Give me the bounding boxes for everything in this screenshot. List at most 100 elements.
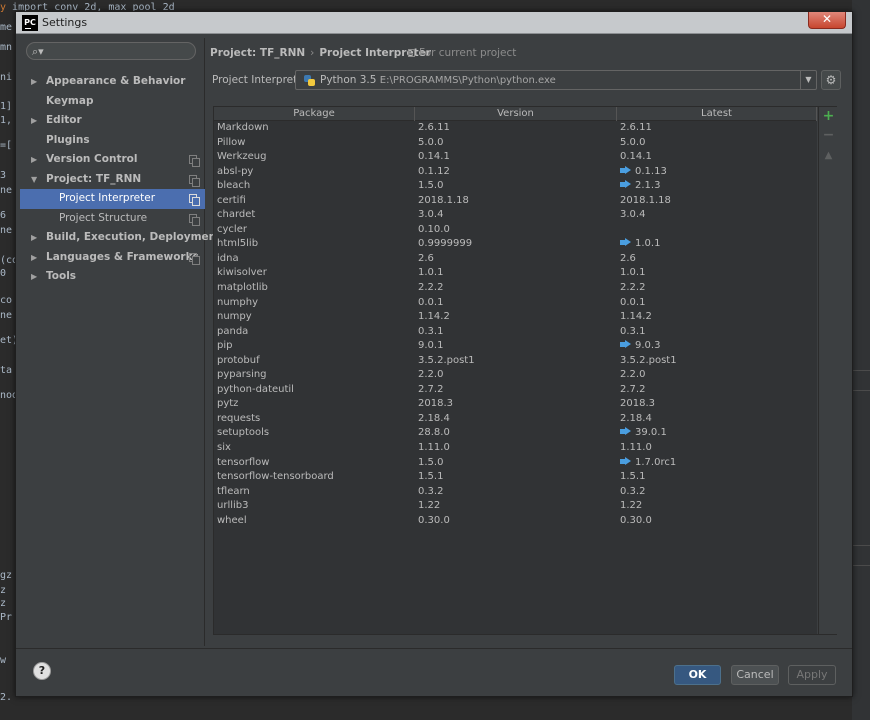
sidebar-item-project-structure[interactable]: Project Structure bbox=[20, 209, 205, 229]
table-row[interactable]: cycler 0.10.0 bbox=[214, 223, 817, 238]
sidebar-item-keymap[interactable]: Keymap bbox=[20, 92, 205, 112]
project-interpreter-panel: Project: TF_RNN › Project Interpreter For … bbox=[206, 38, 850, 646]
table-row[interactable]: requests 2.18.4 2.18.4 bbox=[214, 412, 817, 427]
table-row[interactable]: tflearn 0.3.2 0.3.2 bbox=[214, 485, 817, 500]
collapsed-arrow-icon[interactable]: ▶ bbox=[31, 111, 37, 131]
sidebar-item-version-control[interactable]: ▶ Version Control bbox=[20, 150, 205, 170]
interpreter-select[interactable]: Python 3.5 E:\PROGRAMMS\Python\python.ex… bbox=[295, 70, 817, 90]
table-row[interactable]: tensorflow 1.5.0 1.7.0rc1 bbox=[214, 456, 817, 471]
sidebar-item-plugins[interactable]: Plugins bbox=[20, 131, 205, 151]
table-row[interactable]: six 1.11.0 1.11.0 bbox=[214, 441, 817, 456]
package-version-cell: 0.3.2 bbox=[418, 485, 443, 500]
package-version: 0.14.1 bbox=[418, 151, 450, 163]
remove-package-button[interactable]: − bbox=[822, 128, 835, 142]
background-code-line: ne bbox=[0, 310, 12, 321]
table-row[interactable]: matplotlib 2.2.2 2.2.2 bbox=[214, 281, 817, 296]
close-icon: ✕ bbox=[821, 12, 833, 26]
sidebar-item-project-tf-rnn[interactable]: ▼ Project: TF_RNN bbox=[20, 170, 205, 190]
table-row[interactable]: certifi 2018.1.18 2018.1.18 bbox=[214, 194, 817, 209]
package-toolbar: + − ▲ bbox=[818, 107, 837, 634]
table-row[interactable]: python-dateutil 2.7.2 2.7.2 bbox=[214, 383, 817, 398]
package-version: 1.14.2 bbox=[418, 311, 450, 323]
scope-label: For current project bbox=[419, 47, 517, 59]
package-latest: 0.30.0 bbox=[620, 514, 652, 526]
package-version: 1.5.0 bbox=[418, 180, 444, 192]
package-version: 0.1.12 bbox=[418, 165, 450, 177]
packages-table-body: Package Version Latest Markdown 2.6.11 2.6… bbox=[214, 107, 817, 634]
package-latest: 1.5.1 bbox=[620, 471, 646, 483]
package-name-cell: cycler bbox=[217, 223, 247, 238]
table-row[interactable]: Pillow 5.0.0 5.0.0 bbox=[214, 136, 817, 151]
package-name: Markdown bbox=[217, 122, 269, 133]
search-input[interactable] bbox=[49, 44, 189, 58]
help-button[interactable]: ? bbox=[33, 662, 51, 680]
package-version-cell: 0.0.1 bbox=[418, 296, 443, 311]
table-row[interactable]: numpy 1.14.2 1.14.2 bbox=[214, 310, 817, 325]
column-header-latest[interactable]: Latest bbox=[617, 107, 817, 121]
package-name-cell: panda bbox=[217, 325, 248, 340]
package-version-cell: 2.2.0 bbox=[418, 368, 443, 383]
table-row[interactable]: tensorflow-tensorboard 1.5.1 1.5.1 bbox=[214, 470, 817, 485]
collapsed-arrow-icon[interactable]: ▶ bbox=[31, 248, 37, 268]
table-row[interactable]: chardet 3.0.4 3.0.4 bbox=[214, 208, 817, 223]
sidebar-item-project-interpreter[interactable]: Project Interpreter bbox=[20, 189, 205, 209]
package-latest: 2018.3 bbox=[620, 398, 655, 410]
package-latest: 0.1.13 bbox=[635, 165, 667, 177]
sidebar-item-editor[interactable]: ▶ Editor bbox=[20, 111, 205, 131]
table-row[interactable]: pytz 2018.3 2018.3 bbox=[214, 397, 817, 412]
sidebar-item-languages-frameworks[interactable]: ▶ Languages & Frameworks bbox=[20, 248, 205, 268]
upgrade-arrow-icon bbox=[620, 180, 631, 189]
table-row[interactable]: idna 2.6 2.6 bbox=[214, 252, 817, 267]
sidebar-item-tools[interactable]: ▶ Tools bbox=[20, 267, 205, 287]
package-name-cell: html5lib bbox=[217, 237, 258, 252]
package-version-cell: 0.14.1 bbox=[418, 150, 450, 165]
background-code-line: ne bbox=[0, 185, 12, 196]
collapsed-arrow-icon[interactable]: ▶ bbox=[31, 150, 37, 170]
title-bar[interactable]: PC Settings ✕ bbox=[16, 12, 852, 34]
settings-search[interactable]: ⌕▾ bbox=[26, 42, 196, 60]
table-row[interactable]: urllib3 1.22 1.22 bbox=[214, 499, 817, 514]
collapsed-arrow-icon[interactable]: ▶ bbox=[31, 267, 37, 287]
package-version: 2.7.2 bbox=[418, 383, 444, 395]
table-row[interactable]: kiwisolver 1.0.1 1.0.1 bbox=[214, 266, 817, 281]
table-row[interactable]: Werkzeug 0.14.1 0.14.1 bbox=[214, 150, 817, 165]
table-row[interactable]: numphy 0.0.1 0.0.1 bbox=[214, 296, 817, 311]
upgrade-package-button[interactable]: ▲ bbox=[822, 149, 835, 162]
column-header-version[interactable]: Version bbox=[415, 107, 617, 121]
cancel-button[interactable]: Cancel bbox=[731, 665, 779, 685]
table-row[interactable]: protobuf 3.5.2.post1 3.5.2.post1 bbox=[214, 354, 817, 369]
collapsed-arrow-icon[interactable]: ▶ bbox=[31, 228, 37, 248]
background-code-text: z bbox=[0, 585, 7, 596]
collapsed-arrow-icon[interactable]: ▶ bbox=[31, 72, 37, 92]
expanded-arrow-icon[interactable]: ▼ bbox=[31, 170, 37, 190]
table-row[interactable]: bleach 1.5.0 2.1.3 bbox=[214, 179, 817, 194]
column-header-package[interactable]: Package bbox=[214, 107, 415, 121]
background-code-text: 1] bbox=[0, 101, 13, 112]
sidebar-item-label: Project: TF_RNN bbox=[46, 172, 142, 185]
chevron-down-icon[interactable]: ▼ bbox=[800, 71, 816, 89]
package-version-cell: 9.0.1 bbox=[418, 339, 443, 354]
ok-button[interactable]: OK bbox=[674, 665, 721, 685]
package-latest-cell: 1.11.0 bbox=[620, 441, 652, 456]
table-row[interactable]: Markdown 2.6.11 2.6.11 bbox=[214, 121, 817, 136]
table-row[interactable]: pip 9.0.1 9.0.3 bbox=[214, 339, 817, 354]
add-package-button[interactable]: + bbox=[822, 109, 835, 123]
package-name-cell: Pillow bbox=[217, 136, 245, 151]
package-latest: 0.3.1 bbox=[620, 325, 646, 337]
table-row[interactable]: wheel 0.30.0 0.30.0 bbox=[214, 514, 817, 529]
table-row[interactable]: panda 0.3.1 0.3.1 bbox=[214, 325, 817, 340]
package-latest-cell: 1.22 bbox=[620, 499, 642, 514]
package-version-cell: 1.5.0 bbox=[418, 179, 443, 194]
apply-button[interactable]: Apply bbox=[788, 665, 836, 685]
package-version-cell: 1.0.1 bbox=[418, 266, 443, 281]
table-row[interactable]: absl-py 0.1.12 0.1.13 bbox=[214, 165, 817, 180]
sidebar-item-build-execution-deployment[interactable]: ▶ Build, Execution, Deployment bbox=[20, 228, 221, 248]
close-button[interactable]: ✕ bbox=[808, 12, 846, 29]
gear-icon[interactable]: ⚙ bbox=[821, 70, 841, 90]
table-row[interactable]: pyparsing 2.2.0 2.2.0 bbox=[214, 368, 817, 383]
table-row[interactable]: html5lib 0.9999999 1.0.1 bbox=[214, 237, 817, 252]
background-code-text: 6 bbox=[0, 210, 7, 221]
package-version: 2018.1.18 bbox=[418, 194, 469, 206]
table-row[interactable]: setuptools 28.8.0 39.0.1 bbox=[214, 426, 817, 441]
sidebar-item-appearance-behavior[interactable]: ▶ Appearance & Behavior bbox=[20, 72, 205, 92]
